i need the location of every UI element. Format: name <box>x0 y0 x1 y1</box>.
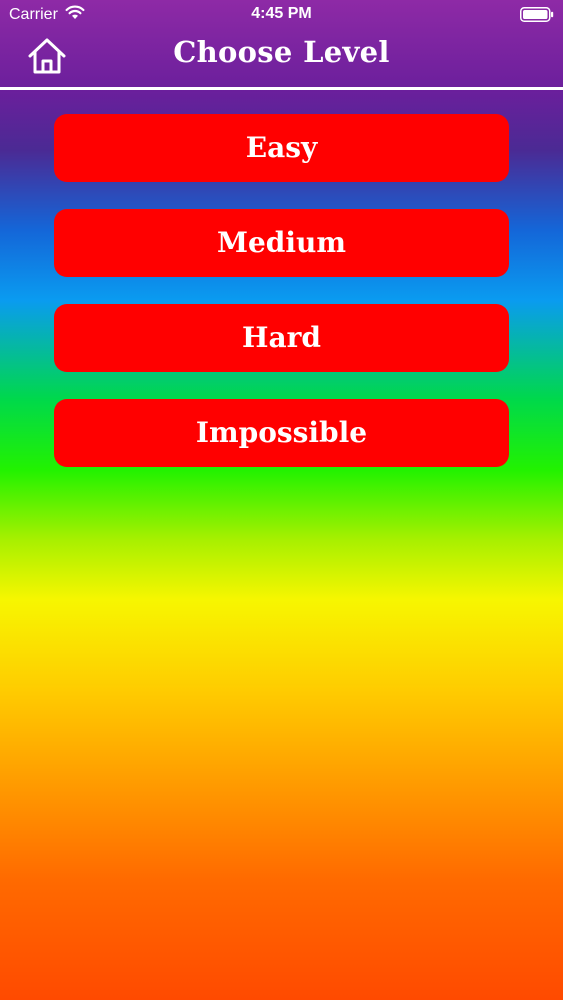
battery-icon <box>520 7 554 22</box>
hard-level-button[interactable]: Hard <box>54 304 509 372</box>
level-list: Easy Medium Hard Impossible <box>54 114 509 494</box>
page-title: Choose Level <box>173 35 390 69</box>
status-time: 4:45 PM <box>251 5 312 22</box>
status-bar: Carrier 4:45 PM <box>0 0 563 30</box>
nav-bar: Choose Level <box>0 30 563 88</box>
impossible-level-button[interactable]: Impossible <box>54 399 509 467</box>
easy-level-button[interactable]: Easy <box>54 114 509 182</box>
nav-divider <box>0 87 563 90</box>
medium-level-button[interactable]: Medium <box>54 209 509 277</box>
